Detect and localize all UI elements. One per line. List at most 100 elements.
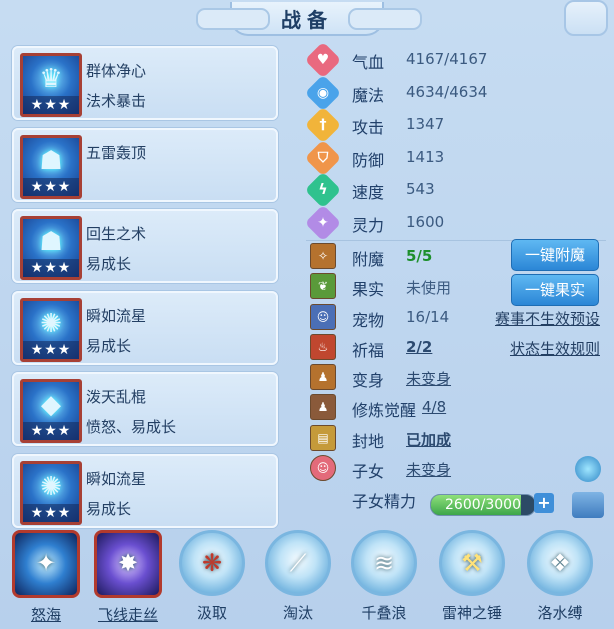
share-icon[interactable]	[572, 492, 604, 518]
skill-name: 回生之术	[86, 225, 147, 243]
skill-name: 瞬如流星	[86, 469, 147, 488]
leaf-icon: ❦	[310, 273, 336, 300]
swirl-icon: ✺	[40, 308, 62, 339]
add-energy-button[interactable]: +	[534, 493, 554, 513]
skill-name: 雷神之锤	[441, 604, 502, 622]
skill-card[interactable]: ◆ ★★★ 泼天乱棍 愤怒、易成长	[12, 372, 278, 446]
skill-name: 淘汰	[282, 604, 313, 622]
star-rating: ★★★	[23, 177, 79, 196]
helmet-icon: ◆	[41, 390, 61, 421]
stat-value: 4167/4167	[406, 50, 488, 68]
wave-icon: ≋	[351, 530, 417, 596]
child-energy-value: 2600/3000	[445, 497, 521, 513]
row-value: 未使用	[406, 279, 452, 298]
mask-icon: ☗	[39, 145, 63, 176]
one-click-enchant-button[interactable]: 一键附魔	[511, 239, 599, 271]
stat-label: 攻击	[352, 118, 385, 137]
skill-slot[interactable]: ≋ 千叠浪	[348, 530, 420, 623]
figure-icon: ♟	[310, 364, 336, 391]
skill-trait: 易成长	[86, 336, 132, 355]
skill-portrait: ✺ ★★★	[20, 297, 82, 362]
row-label: 子女	[352, 462, 385, 482]
stat-value: 1347	[406, 115, 445, 133]
skill-trait: 愤怒、易成长	[86, 418, 177, 436]
skill-portrait: ◆ ★★★	[20, 379, 82, 443]
enchant-icon: ✧	[310, 243, 336, 269]
skill-name: 飞线走丝	[97, 606, 158, 624]
skill-slot[interactable]: ⚒ 雷神之锤	[436, 530, 508, 623]
skill-trait: 易成长	[86, 255, 132, 273]
skill-name: 洛水缚	[537, 604, 583, 622]
stat-value: 543	[406, 180, 435, 198]
skill-name: 瞬如流星	[86, 306, 147, 325]
skill-slot[interactable]: ⟋ 淘汰	[262, 530, 334, 623]
skill-slot[interactable]: ✸ 飞线走丝	[92, 530, 164, 625]
skill-slot[interactable]: ❖ 洛水缚	[524, 530, 596, 623]
row-value[interactable]: 2/2	[406, 338, 432, 356]
drain-icon: ❋	[179, 530, 245, 596]
stat-label: 防御	[352, 150, 385, 170]
row-label: 子女精力	[352, 492, 417, 512]
row-label: 修炼觉醒	[352, 401, 417, 421]
skill-name: 五雷轰顶	[86, 143, 147, 162]
attribute-list: ♥ 气血 4167/4167 ◉ 魔法 4634/4634 † 攻击 1347 …	[304, 41, 606, 241]
stat-speed: ϟ 速度 543	[304, 171, 606, 209]
row-value[interactable]: 未变身	[406, 459, 451, 480]
lightning-icon: ϟ	[304, 171, 342, 209]
row-value[interactable]: 未变身	[406, 368, 451, 389]
star-rating: ★★★	[23, 340, 79, 359]
row-value[interactable]: 已加成	[406, 429, 451, 450]
skill-name: 怒海	[30, 606, 61, 624]
close-button[interactable]	[564, 0, 608, 36]
skill-portrait: ☗ ★★★	[20, 216, 82, 280]
skill-portrait: ♛ ★★★	[20, 53, 82, 117]
stat-label: 魔法	[352, 85, 385, 105]
stat-value: 1600	[406, 212, 445, 231]
star-rating: ★★★	[23, 422, 79, 440]
row-label: 变身	[352, 371, 385, 391]
meditate-icon: ♟	[310, 394, 336, 421]
row-value[interactable]: 4/8	[422, 398, 446, 416]
stat-label: 速度	[352, 183, 385, 202]
skill-portrait: ☗ ★★★	[20, 134, 82, 199]
stat-attack: † 攻击 1347	[304, 106, 606, 144]
skill-trait: 法术暴击	[86, 92, 147, 110]
skill-slot[interactable]: ✦ 怒海	[10, 530, 82, 625]
row-cultivate: ♟ 修炼觉醒 4/8	[306, 392, 606, 422]
row-bless: ♨ 祈福 2/2 状态生效规则	[306, 332, 606, 362]
rules-link[interactable]: 状态生效规则	[510, 338, 600, 359]
skill-card[interactable]: ☗ ★★★ 回生之术 易成长	[12, 209, 278, 283]
flame-icon: ♨	[310, 333, 336, 360]
orb-icon: ✦	[12, 530, 80, 598]
one-click-fruit-button[interactable]: 一键果实	[511, 274, 599, 306]
row-label: 宠物	[352, 310, 385, 330]
swirl-icon: ✺	[40, 471, 62, 502]
skill-card-list: ♛ ★★★ 群体净心 法术暴击 ☗ ★★★ 五雷轰顶 ☗ ★★★ 回生之术 易成…	[12, 46, 278, 535]
skill-trait: 易成长	[86, 499, 132, 518]
title-ornament-left	[196, 8, 270, 30]
row-child: ☺ 子女 未变身	[306, 453, 606, 483]
preset-link[interactable]: 赛事不生效预设	[495, 308, 600, 329]
stat-spirit: ✦ 灵力 1600	[304, 204, 606, 241]
mask-icon: ☗	[39, 227, 63, 258]
spirit-icon: ✦	[304, 204, 342, 241]
stat-value: 4634/4634	[406, 82, 488, 101]
skill-card[interactable]: ✺ ★★★ 瞬如流星 易成长	[12, 290, 278, 365]
skill-card[interactable]: ✺ ★★★ 瞬如流星 易成长	[12, 453, 278, 528]
sword-icon: †	[304, 106, 342, 144]
skill-slot[interactable]: ❋ 汲取	[176, 530, 248, 623]
stat-defense: ⛉ 防御 1413	[304, 139, 606, 176]
row-pet: ☺ 宠物 16/14 赛事不生效预设	[306, 302, 606, 332]
skill-name: 泼天乱棍	[86, 388, 147, 406]
stat-label: 灵力	[352, 215, 385, 235]
skill-card[interactable]: ♛ ★★★ 群体净心 法术暴击	[12, 46, 278, 120]
skill-card[interactable]: ☗ ★★★ 五雷轰顶	[12, 127, 278, 202]
refresh-icon[interactable]	[575, 456, 601, 482]
heart-icon: ♥	[304, 41, 342, 79]
stat-value: 1413	[406, 147, 445, 166]
skill-name: 汲取	[196, 604, 227, 622]
child-icon: ☺	[310, 455, 336, 482]
eliminate-icon: ⟋	[265, 530, 331, 596]
star-rating: ★★★	[23, 96, 79, 114]
pet-icon: ☺	[310, 303, 336, 330]
